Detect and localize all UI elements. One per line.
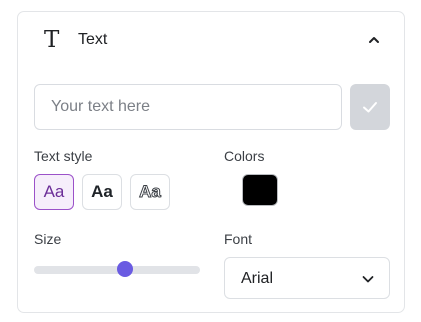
size-slider-thumb[interactable] bbox=[117, 261, 134, 277]
panel-title: Text bbox=[78, 31, 108, 48]
check-icon bbox=[363, 102, 377, 113]
size-label: Size bbox=[34, 231, 62, 247]
text-style-regular-button[interactable]: Aa bbox=[34, 174, 74, 210]
text-input[interactable] bbox=[34, 84, 342, 130]
text-style-outline-button[interactable]: Aa bbox=[130, 174, 170, 210]
font-label: Font bbox=[224, 231, 253, 247]
font-select[interactable]: Arial bbox=[224, 257, 390, 299]
font-select-value: Arial bbox=[241, 270, 274, 287]
apply-text-button[interactable] bbox=[350, 84, 390, 130]
text-t-icon: T bbox=[44, 27, 60, 53]
chevron-up-icon[interactable] bbox=[364, 30, 384, 50]
text-settings-panel: T Text Text style Colors Aa Aa Aa Size F… bbox=[17, 11, 405, 313]
panel-header[interactable]: T Text bbox=[18, 12, 404, 68]
text-style-label: Text style bbox=[34, 148, 93, 164]
text-style-bold-button[interactable]: Aa bbox=[82, 174, 122, 210]
chevron-down-icon bbox=[361, 272, 375, 286]
colors-label: Colors bbox=[224, 148, 265, 164]
color-swatch-black[interactable] bbox=[242, 174, 278, 206]
